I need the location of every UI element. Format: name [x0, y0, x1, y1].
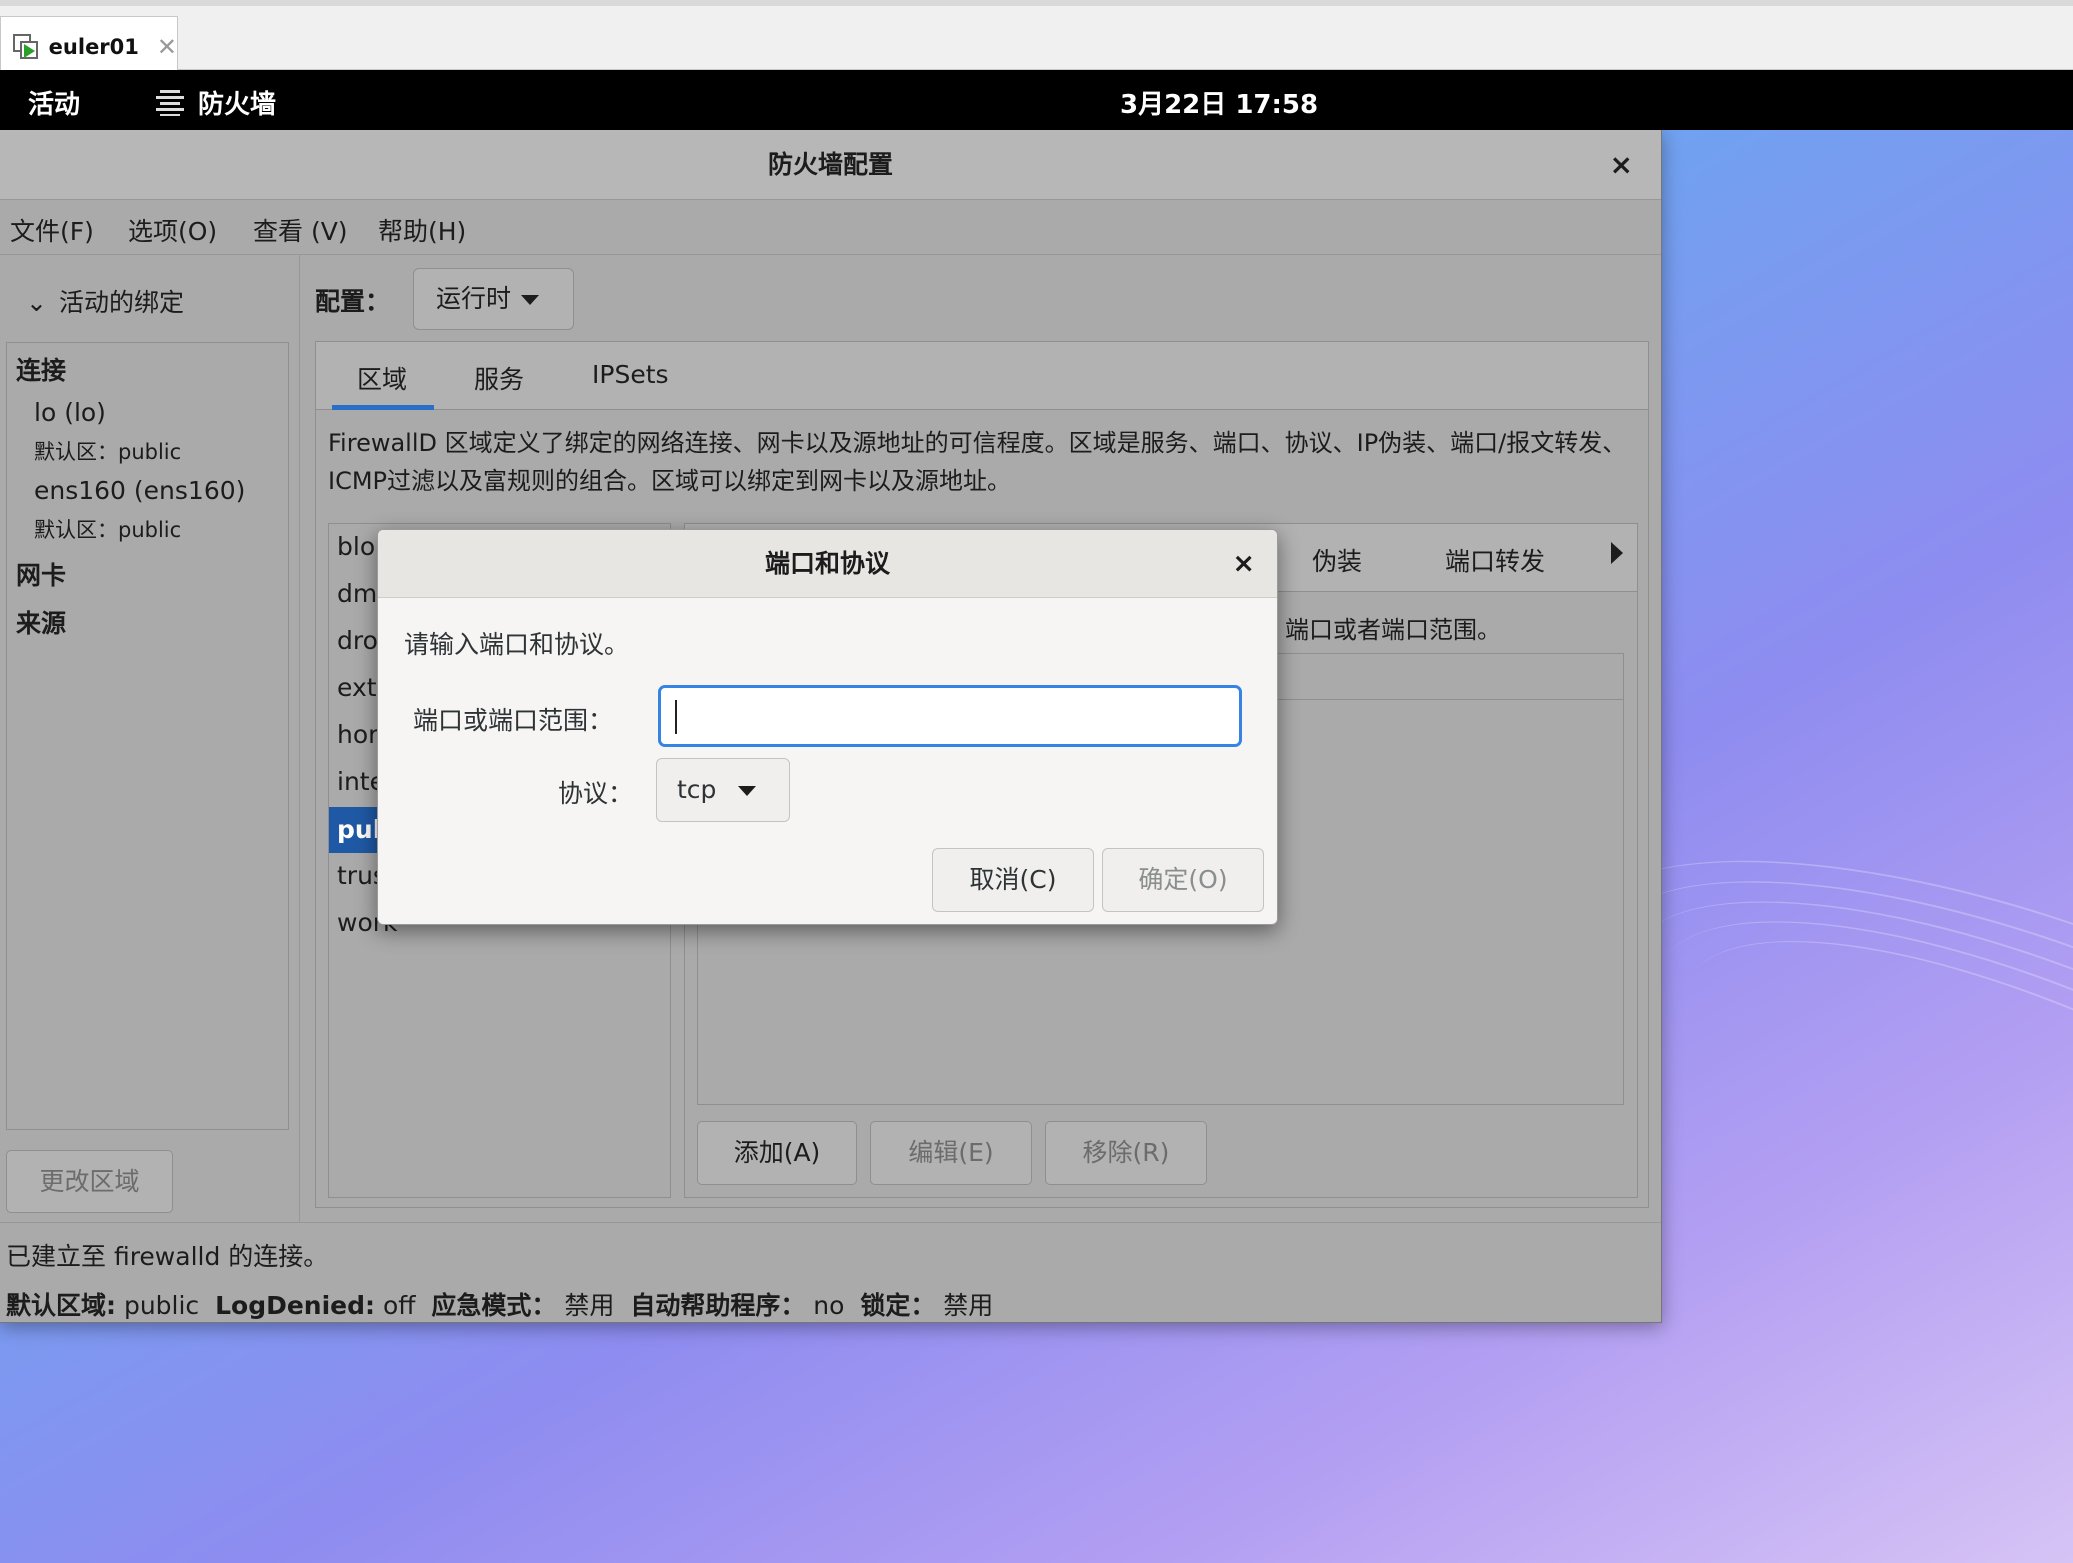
zone-item[interactable]: ext	[337, 673, 377, 702]
firewall-icon	[156, 89, 184, 116]
scroll-right-arrow-icon[interactable]	[1611, 542, 1623, 564]
port-protocol-dialog: 端口和协议 × 请输入端口和协议。 端口或端口范围： 协议： tcp 取消(C)…	[377, 529, 1278, 925]
port-input[interactable]	[658, 685, 1242, 747]
edit-button[interactable]: 编辑(E)	[870, 1121, 1032, 1185]
zone-item[interactable]: blo	[337, 532, 375, 561]
tab-ipsets[interactable]: IPSets	[592, 360, 669, 389]
tab-zones[interactable]: 区域	[357, 360, 407, 396]
dropdown-arrow-icon	[738, 786, 757, 796]
bindings-list: 连接 lo (lo) 默认区：public ens160 (ens160) 默认…	[6, 342, 289, 1130]
tab-port-forwarding[interactable]: 端口转发	[1445, 542, 1545, 578]
statusbar: 已建立至 firewalld 的连接。 默认区域: public LogDeni…	[0, 1222, 1661, 1322]
vm-tabstrip: euler01 ✕	[0, 0, 2073, 76]
menubar: 文件(F) 选项(O) 查看 (V) 帮助(H)	[0, 200, 1661, 255]
connection-ens160[interactable]: ens160 (ens160)	[34, 476, 245, 505]
connection-lo[interactable]: lo (lo)	[34, 398, 106, 427]
zone-item[interactable]: dro	[337, 626, 378, 655]
window-close-icon[interactable]: ×	[1610, 130, 1633, 200]
dialog-title: 端口和协议	[378, 530, 1277, 598]
dialog-close-icon[interactable]: ×	[1232, 530, 1255, 598]
main-tabs: 区域 服务 IPSets	[316, 342, 1648, 410]
zone-item[interactable]: hor	[337, 720, 378, 749]
protocol-label: 协议：	[558, 779, 634, 808]
tab-services[interactable]: 服务	[474, 360, 524, 396]
protocol-select[interactable]: tcp	[656, 758, 790, 822]
zone-item[interactable]: dm	[337, 579, 377, 608]
cancel-button[interactable]: 取消(C)	[932, 848, 1094, 912]
vm-tab-title: euler01	[48, 34, 139, 59]
connection-ens160-zone: 默认区：public	[34, 518, 182, 542]
port-field[interactable]	[661, 688, 1239, 744]
config-label: 配置：	[315, 287, 391, 316]
dropdown-arrow-icon	[521, 295, 540, 305]
activities-button[interactable]: 活动	[28, 84, 80, 121]
zones-description: FirewallD 区域定义了绑定的网络连接、网卡以及源地址的可信程度。区域是服…	[328, 429, 1627, 495]
ports-hint: 端口或者端口范围。	[1285, 616, 1501, 644]
app-menu-button[interactable]: 防火墙	[156, 84, 276, 121]
menu-file[interactable]: 文件(F)	[10, 212, 94, 248]
connection-lo-zone: 默认区：public	[34, 440, 182, 464]
clock[interactable]: 3月22日 17:58	[1120, 84, 1318, 121]
app-name: 防火墙	[198, 90, 277, 120]
remove-button[interactable]: 移除(R)	[1045, 1121, 1207, 1185]
text-cursor	[675, 700, 677, 734]
ok-button[interactable]: 确定(O)	[1102, 848, 1264, 912]
add-button[interactable]: 添加(A)	[697, 1121, 857, 1185]
status-details: 默认区域: public LogDenied: off 应急模式： 禁用 自动帮…	[6, 1291, 994, 1320]
window-title: 防火墙配置	[0, 130, 1661, 200]
tab-masquerade[interactable]: 伪装	[1312, 542, 1362, 578]
chevron-down-icon: ⌄	[26, 288, 47, 317]
menu-options[interactable]: 选项(O)	[128, 212, 217, 248]
menu-view[interactable]: 查看 (V)	[253, 212, 348, 248]
close-icon[interactable]: ✕	[157, 33, 177, 61]
vm-icon	[13, 33, 39, 60]
vm-tab-euler01[interactable]: euler01 ✕	[0, 16, 178, 76]
config-select[interactable]: 运行时	[413, 268, 574, 330]
menu-help[interactable]: 帮助(H)	[378, 212, 466, 248]
port-label: 端口或端口范围：	[413, 706, 614, 735]
connections-heading: 连接	[16, 356, 67, 385]
active-tab-indicator	[332, 405, 434, 410]
sidebar: ⌄ 活动的绑定 连接 lo (lo) 默认区：public ens160 (ens…	[0, 255, 300, 1222]
sources-heading: 来源	[16, 609, 67, 638]
gnome-topbar: 活动 防火墙 3月22日 17:58	[0, 70, 2073, 130]
connection-status: 已建立至 firewalld 的连接。	[6, 1242, 329, 1271]
interfaces-heading: 网卡	[16, 561, 67, 590]
change-zone-button[interactable]: 更改区域	[6, 1150, 173, 1213]
dialog-prompt: 请输入端口和协议。	[404, 630, 630, 659]
active-bindings-toggle[interactable]: ⌄ 活动的绑定	[26, 283, 184, 319]
